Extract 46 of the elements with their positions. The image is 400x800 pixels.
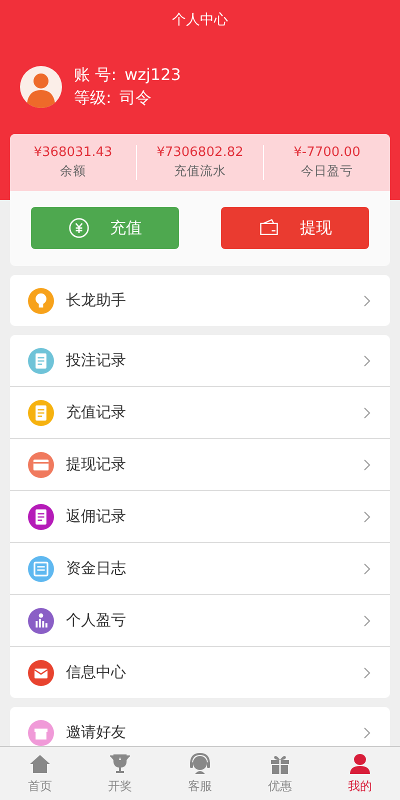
level-value: 司令 xyxy=(119,88,152,109)
person-icon xyxy=(348,752,372,776)
menu-item[interactable]: 提现记录 xyxy=(10,438,390,490)
headset-icon xyxy=(188,752,212,776)
chevron-right-icon xyxy=(362,458,372,472)
level-label: 等级: xyxy=(74,88,112,109)
menu-item[interactable]: 信息中心 xyxy=(10,646,390,698)
menu-label: 充值记录 xyxy=(66,403,127,422)
menu-label: 投注记录 xyxy=(66,351,127,370)
stat-value: ¥7306802.82 xyxy=(156,145,244,160)
menu-label: 资金日志 xyxy=(66,559,127,578)
stat-label: 今日盈亏 xyxy=(301,163,353,180)
chevron-right-icon xyxy=(362,614,372,628)
account-label: 账 号: xyxy=(74,65,116,86)
account-name: wzj123 xyxy=(124,65,181,86)
menu-label: 信息中心 xyxy=(66,663,127,682)
stat-value: ¥368031.43 xyxy=(34,145,112,160)
menu-item[interactable]: 投注记录 xyxy=(10,335,390,386)
stat-value: ¥-7700.00 xyxy=(294,145,360,160)
chevron-right-icon xyxy=(362,294,372,308)
house-icon xyxy=(28,752,52,776)
menu-item[interactable]: 邀请好友 xyxy=(10,707,390,746)
menu-item[interactable]: 长龙助手 xyxy=(10,275,390,326)
menu-item[interactable]: 返佣记录 xyxy=(10,490,390,542)
chevron-right-icon xyxy=(362,354,372,368)
stat-label: 余额 xyxy=(60,163,86,180)
menu-item[interactable]: 个人盈亏 xyxy=(10,594,390,646)
trophy-icon xyxy=(108,752,132,776)
chevron-right-icon xyxy=(362,510,372,524)
chevron-right-icon xyxy=(362,666,372,680)
menu-item[interactable]: 资金日志 xyxy=(10,542,390,594)
coin-icon xyxy=(68,217,90,239)
stat-label: 充值流水 xyxy=(174,163,226,180)
menu-item[interactable]: 充值记录 xyxy=(10,386,390,438)
menu-label: 长龙助手 xyxy=(66,291,127,310)
chevron-right-icon xyxy=(362,406,372,420)
menu-label: 邀请好友 xyxy=(66,723,127,742)
chevron-right-icon xyxy=(362,726,372,740)
menu-label: 返佣记录 xyxy=(66,507,127,526)
chevron-right-icon xyxy=(362,562,372,576)
page-title: 个人中心 xyxy=(172,11,228,29)
tab-item[interactable]: 我的 xyxy=(320,747,400,800)
menu-label: 提现记录 xyxy=(66,455,127,474)
menu-label: 个人盈亏 xyxy=(66,611,127,630)
withdraw-button[interactable]: 提现 xyxy=(221,207,369,249)
avatar-icon xyxy=(20,66,62,108)
